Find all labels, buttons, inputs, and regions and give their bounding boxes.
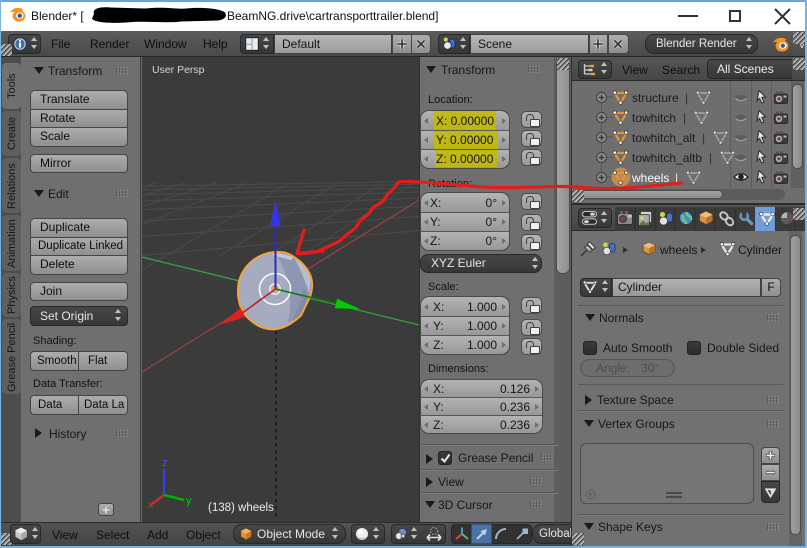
svg-text:x: x xyxy=(148,499,154,511)
svg-text:Cylinder: Cylinder xyxy=(738,243,782,257)
svg-text:wheels: wheels xyxy=(631,171,669,185)
svg-text:structure: structure xyxy=(632,91,679,105)
svg-text:Animation: Animation xyxy=(6,219,18,268)
svg-text:z: z xyxy=(162,457,168,469)
svg-text:Tools: Tools xyxy=(6,73,18,99)
svg-text:Grease Pencil: Grease Pencil xyxy=(6,323,18,392)
svg-text:towhitch_altb: towhitch_altb xyxy=(632,151,702,165)
svg-text:y: y xyxy=(186,495,192,507)
svg-text:|: | xyxy=(709,151,712,165)
svg-text:Physics: Physics xyxy=(6,276,18,314)
svg-text:|: | xyxy=(702,131,705,145)
svg-text:Relations: Relations xyxy=(6,163,18,209)
svg-text:towhitch: towhitch xyxy=(632,111,676,125)
svg-text:(138) wheels: (138) wheels xyxy=(208,502,274,514)
svg-text:wheels: wheels xyxy=(659,243,697,257)
svg-text:|: | xyxy=(683,111,686,125)
svg-text:towhitch_alt: towhitch_alt xyxy=(632,131,696,145)
svg-text:|: | xyxy=(685,91,688,105)
svg-text:Create: Create xyxy=(6,117,18,150)
svg-text:|: | xyxy=(675,171,678,185)
svg-text:User Persp: User Persp xyxy=(152,64,205,76)
